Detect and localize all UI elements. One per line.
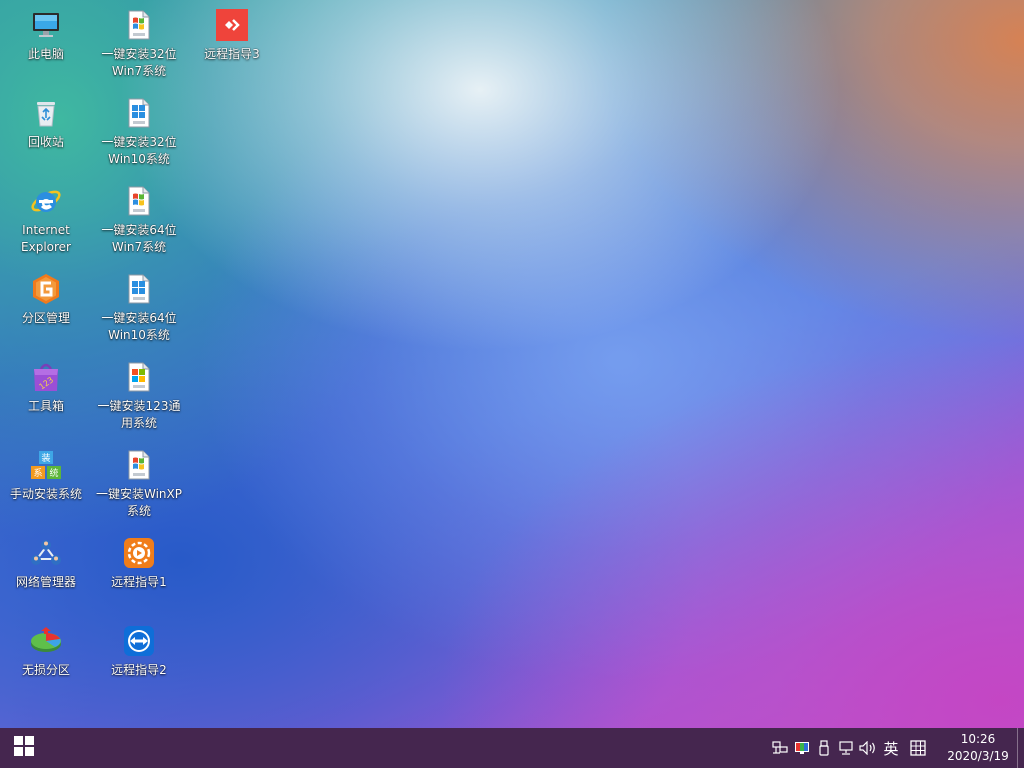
desktop-icon-network-manager[interactable]: 网络管理器 xyxy=(0,532,92,591)
svg-text:系: 系 xyxy=(33,468,42,479)
diskgenius-icon xyxy=(29,272,63,306)
desktop-icon-label: 一键安装WinXP 系统 xyxy=(96,487,182,518)
svg-text:装: 装 xyxy=(41,452,50,464)
svg-text:统: 统 xyxy=(49,467,58,479)
network-adapter-icon[interactable] xyxy=(769,728,791,768)
desktop-icon-label: 网络管理器 xyxy=(15,575,76,589)
toolbox-icon: 123 xyxy=(29,360,63,394)
desktop-icon-label: 工具箱 xyxy=(27,399,64,413)
desktop-icon-install-win7-64[interactable]: 一键安装64位 Win7系统 xyxy=(93,180,185,256)
remote-guide-1-icon xyxy=(122,536,156,570)
start-button[interactable] xyxy=(0,728,48,768)
desktop-icon-install-win7-32[interactable]: 一键安装32位 Win7系统 xyxy=(93,4,185,80)
recycle-bin-icon xyxy=(29,96,63,130)
ime-language-indicator[interactable]: 英 xyxy=(879,728,903,768)
winxp-installer-icon xyxy=(122,448,156,482)
desktop-icon-partition-manager[interactable]: 分区管理 xyxy=(0,268,92,327)
clock[interactable]: 10:26 2020/3/19 xyxy=(939,728,1017,768)
win10-installer-icon xyxy=(122,272,156,306)
generic-installer-icon xyxy=(122,360,156,394)
usb-device-icon[interactable] xyxy=(813,728,835,768)
desktop-icon-label: 此电脑 xyxy=(27,47,64,61)
anydesk-icon xyxy=(215,8,249,42)
desktop-icon-toolbox[interactable]: 123 工具箱 xyxy=(0,356,92,415)
win7-installer-icon xyxy=(122,8,156,42)
desktop-icon-internet-explorer[interactable]: e Internet Explorer xyxy=(0,180,92,256)
desktop-icon-this-pc[interactable]: 此电脑 xyxy=(0,4,92,63)
desktop-icon-label: 远程指导1 xyxy=(111,575,167,589)
volume-icon[interactable] xyxy=(857,728,879,768)
desktop-icon-lossless-partition[interactable]: 无损分区 xyxy=(0,620,92,679)
desktop-icon-label: 分区管理 xyxy=(21,311,70,325)
desktop-icon-label: 无损分区 xyxy=(21,663,70,677)
desktop-icon-label: Internet Explorer xyxy=(21,223,71,254)
desktop-icon-label: 远程指导3 xyxy=(204,47,260,61)
network-manager-icon xyxy=(29,536,63,570)
manual-install-icon: 装 系 统 xyxy=(29,448,63,482)
partition-pie-icon xyxy=(29,624,63,658)
desktop[interactable]: 此电脑 回收站 e Internet Explorer 分区管理 123 工具箱… xyxy=(0,0,1024,728)
desktop-icon-install-winxp[interactable]: 一键安装WinXP 系统 xyxy=(93,444,185,520)
desktop-icon-install-win10-32[interactable]: 一键安装32位 Win10系统 xyxy=(93,92,185,168)
desktop-icon-remote-guide-2[interactable]: 远程指导2 xyxy=(93,620,185,679)
desktop-icon-label: 回收站 xyxy=(27,135,64,149)
win10-installer-icon xyxy=(122,96,156,130)
taskbar: 英 10:26 2020/3/19 xyxy=(0,728,1024,768)
win7-installer-icon xyxy=(122,184,156,218)
windows-logo-icon xyxy=(14,736,34,760)
teamviewer-icon xyxy=(122,624,156,658)
desktop-icon-remote-guide-1[interactable]: 远程指导1 xyxy=(93,532,185,591)
desktop-icon-label: 手动安装系统 xyxy=(9,487,82,501)
network-icon[interactable] xyxy=(835,728,857,768)
clock-date: 2020/3/19 xyxy=(947,749,1009,763)
desktop-icon-recycle-bin[interactable]: 回收站 xyxy=(0,92,92,151)
desktop-icon-install-123-generic[interactable]: 一键安装123通 用系统 xyxy=(93,356,185,432)
desktop-icon-manual-install[interactable]: 装 系 统 手动安装系统 xyxy=(0,444,92,503)
clock-time: 10:26 xyxy=(960,732,996,746)
desktop-icon-remote-guide-3[interactable]: 远程指导3 xyxy=(186,4,278,63)
system-tray: 英 10:26 2020/3/19 xyxy=(769,728,1024,768)
desktop-icon-label: 一键安装123通 用系统 xyxy=(97,399,181,430)
display-color-icon[interactable] xyxy=(791,728,813,768)
desktop-icon-label: 一键安装32位 Win10系统 xyxy=(101,135,177,166)
desktop-icon-label: 一键安装64位 Win10系统 xyxy=(101,311,177,342)
monitor-icon xyxy=(29,8,63,42)
desktop-icon-install-win10-64[interactable]: 一键安装64位 Win10系统 xyxy=(93,268,185,344)
desktop-icon-label: 一键安装32位 Win7系统 xyxy=(101,47,177,78)
desktop-icon-label: 远程指导2 xyxy=(111,663,167,677)
show-desktop-button[interactable] xyxy=(1017,728,1024,768)
svg-text:e: e xyxy=(41,195,51,211)
ime-layout-icon[interactable] xyxy=(903,728,933,768)
internet-explorer-icon: e xyxy=(29,184,63,218)
desktop-icon-label: 一键安装64位 Win7系统 xyxy=(101,223,177,254)
